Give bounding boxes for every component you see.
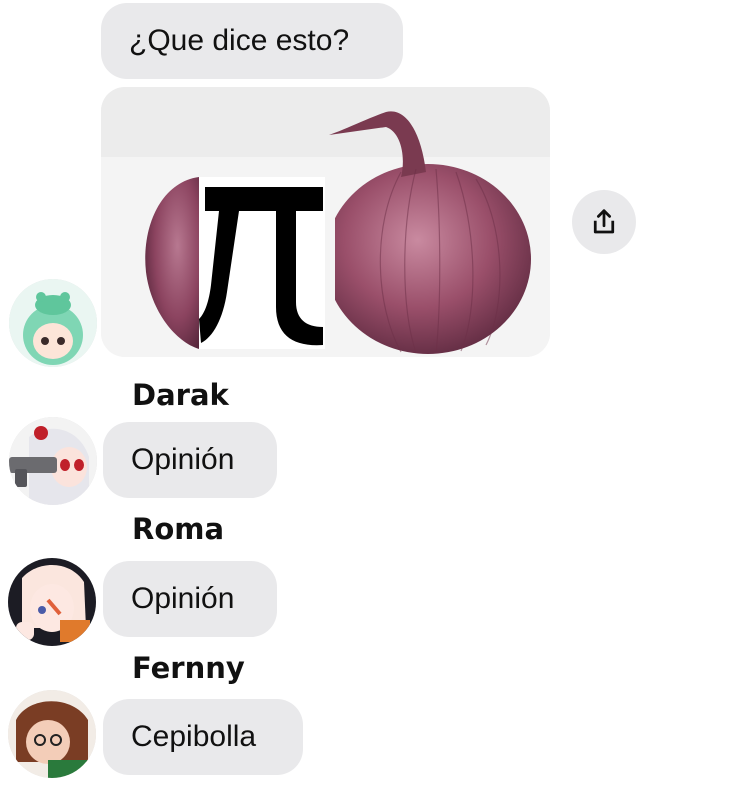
reply-bubble: Opinión (103, 561, 277, 637)
sender-name: Darak (132, 378, 229, 412)
reply-bubble: Cepibolla (103, 699, 303, 775)
avatar-brown-hair[interactable] (8, 690, 96, 778)
onion-pi-image (101, 87, 550, 357)
reply-text: Opinión (131, 443, 235, 476)
reply-text: Cepibolla (131, 720, 257, 753)
avatar-gun-girl[interactable] (9, 417, 97, 505)
reply-bubble: Opinión (103, 422, 277, 498)
avatar-green-hair[interactable] (9, 279, 97, 367)
share-icon (593, 209, 615, 234)
question-text: ¿Que dice esto? (129, 24, 350, 57)
question-bubble: ¿Que dice esto? (101, 3, 403, 79)
sender-name: Roma (132, 512, 225, 546)
sender-name: Fernny (132, 651, 245, 685)
avatar-white-hair[interactable] (8, 558, 96, 646)
image-message[interactable] (101, 87, 550, 357)
reply-text: Opinión (131, 582, 235, 615)
share-button[interactable] (572, 190, 636, 254)
